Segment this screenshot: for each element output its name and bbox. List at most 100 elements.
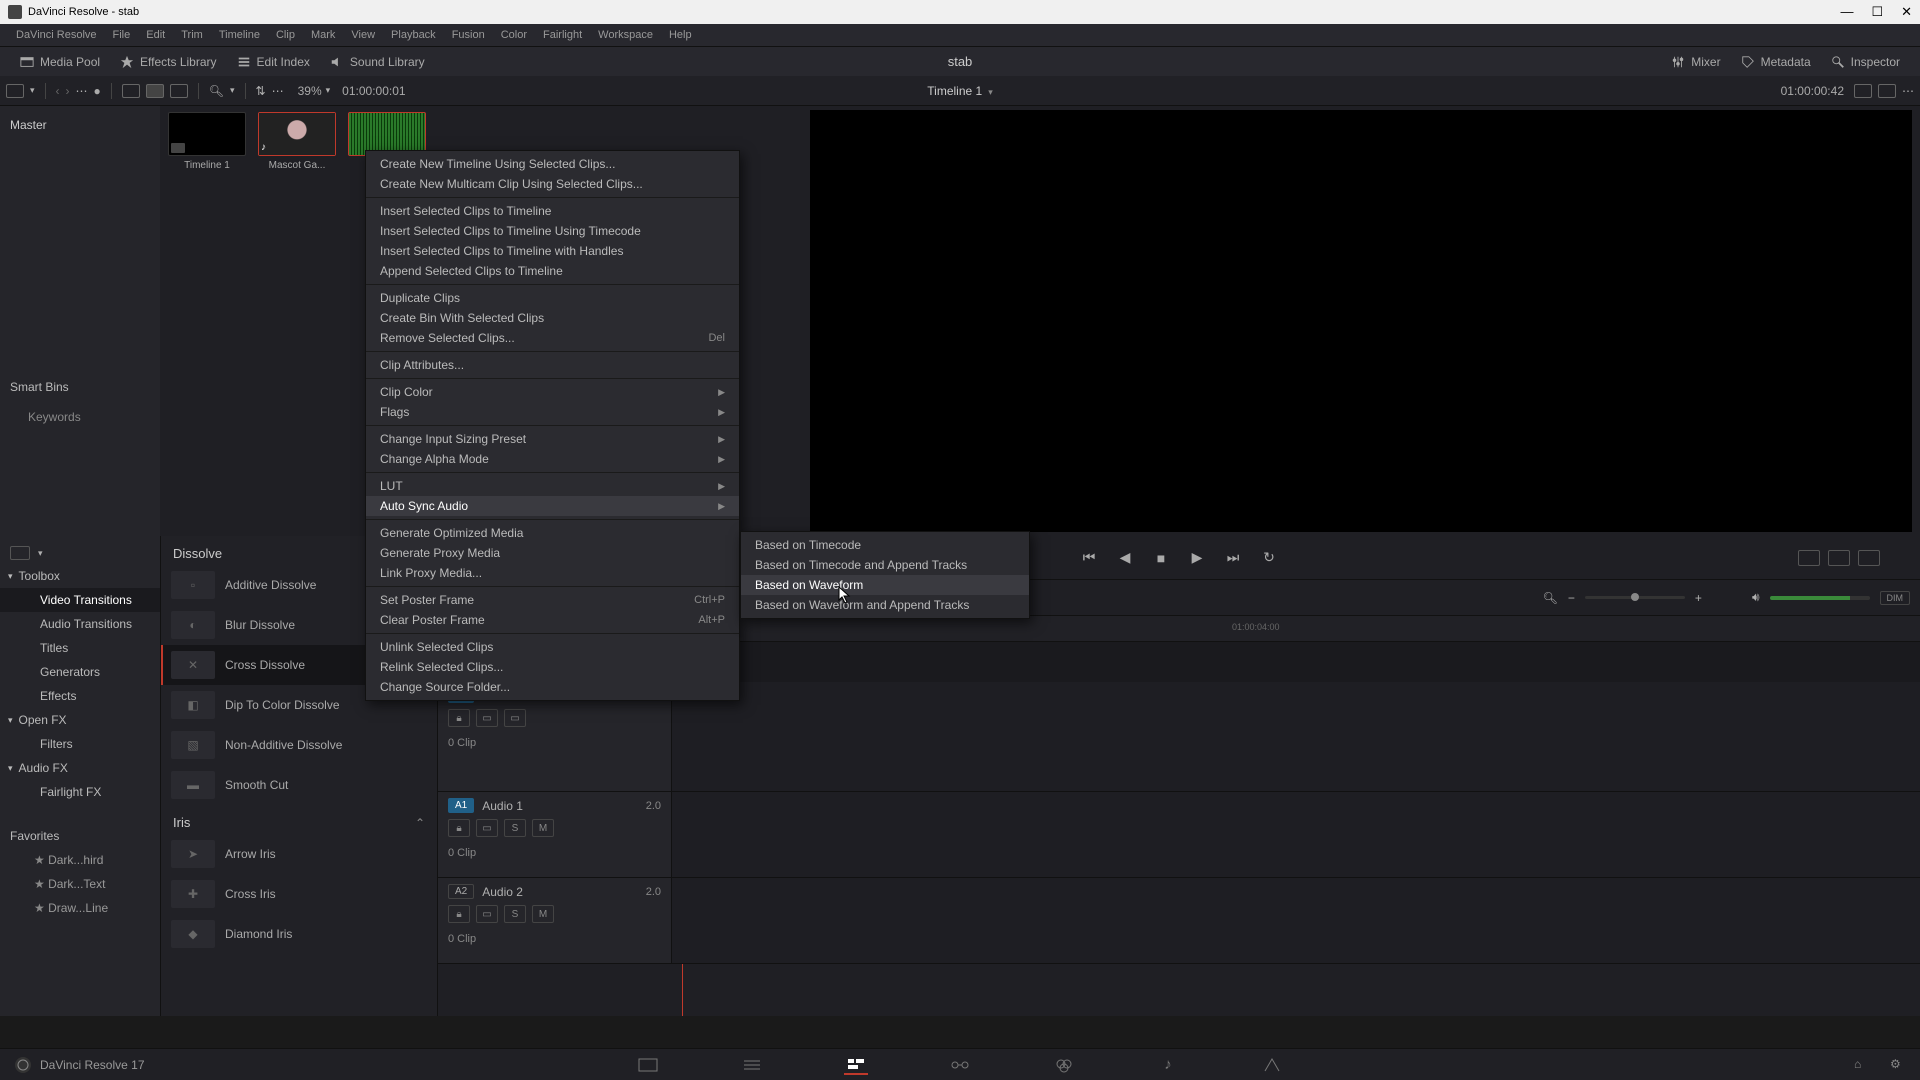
transition-item[interactable]: ➤Arrow Iris — [161, 834, 437, 874]
audio-lane-1[interactable] — [672, 792, 1920, 878]
menu-item[interactable]: Append Selected Clips to Timeline — [366, 261, 739, 281]
dim-toggle[interactable]: DIM — [1880, 591, 1911, 605]
submenu-item[interactable]: Based on Waveform — [741, 575, 1029, 595]
master-bin[interactable]: Master — [10, 118, 150, 132]
menu-help[interactable]: Help — [661, 29, 700, 41]
auto-select-icon[interactable]: ▭ — [476, 905, 498, 923]
search-icon[interactable]: 🔍︎ — [209, 84, 224, 98]
auto-select-icon[interactable]: ▭ — [476, 709, 498, 727]
audio-track-2-header[interactable]: A2 Audio 2 2.0 🔒︎ ▭ S M 0 Clip — [438, 878, 671, 964]
fairlightfx-item[interactable]: Fairlight FX — [0, 780, 160, 804]
menu-mark[interactable]: Mark — [303, 29, 343, 41]
zoom-search-icon[interactable]: 🔍︎ — [1543, 591, 1558, 605]
menu-workspace[interactable]: Workspace — [590, 29, 661, 41]
cut-page-button[interactable] — [740, 1055, 764, 1075]
lock-icon[interactable]: 🔒︎ — [448, 905, 470, 923]
effects-item[interactable]: Effects — [0, 684, 160, 708]
video-transitions-item[interactable]: Video Transitions — [0, 588, 160, 612]
sound-library-toggle[interactable]: Sound Library — [320, 55, 435, 69]
menu-view[interactable]: View — [343, 29, 383, 41]
menu-edit[interactable]: Edit — [138, 29, 173, 41]
visible-icon[interactable]: ▭ — [504, 709, 526, 727]
sort-icon[interactable]: ⇅ — [256, 84, 266, 98]
first-frame-button[interactable]: ⏮ — [1080, 549, 1098, 567]
collapse-icon[interactable]: ⌃ — [415, 816, 425, 830]
favorite-3[interactable]: ★ Draw...Line — [0, 896, 160, 920]
clip-thumb-video[interactable]: ♪ Mascot Ga... — [258, 112, 336, 171]
lock-icon[interactable]: 🔒︎ — [448, 709, 470, 727]
mixer-toggle[interactable]: Mixer — [1661, 55, 1730, 69]
fx-dropdown-icon[interactable] — [10, 546, 30, 560]
submenu-item[interactable]: Based on Timecode and Append Tracks — [741, 555, 1029, 575]
deliver-page-button[interactable] — [1260, 1055, 1284, 1075]
inspector-toggle[interactable]: Inspector — [1821, 55, 1910, 69]
view-mode-2-icon[interactable] — [146, 84, 164, 98]
menu-item[interactable]: Change Source Folder... — [366, 677, 739, 697]
transition-item[interactable]: ▬Smooth Cut — [161, 765, 437, 805]
in-out-icon[interactable] — [1828, 550, 1850, 566]
play-button[interactable]: ▶ — [1188, 549, 1206, 567]
match-frame-icon[interactable] — [1798, 550, 1820, 566]
edit-page-button[interactable] — [844, 1055, 868, 1075]
audio-lane-2[interactable] — [672, 878, 1920, 964]
toolbox-section[interactable]: ▾Toolbox — [0, 564, 160, 588]
transition-item[interactable]: ◆Diamond Iris — [161, 914, 437, 954]
zoom-in-button[interactable]: + — [1695, 591, 1702, 605]
transition-item[interactable]: ▧Non-Additive Dissolve — [161, 725, 437, 765]
volume-icon[interactable]: 🔊︎ — [1752, 590, 1760, 605]
menu-item[interactable]: Auto Sync Audio▶ — [366, 496, 739, 516]
menu-item[interactable]: Insert Selected Clips to Timeline with H… — [366, 241, 739, 261]
lock-icon[interactable]: 🔒︎ — [448, 819, 470, 837]
view-mode-1-icon[interactable] — [122, 84, 140, 98]
generators-item[interactable]: Generators — [0, 660, 160, 684]
menu-item[interactable]: Flags▶ — [366, 402, 739, 422]
home-icon[interactable]: ⌂ — [1854, 1057, 1870, 1073]
bin-view-dropdown[interactable]: ▾ — [30, 85, 35, 96]
menu-item[interactable]: Clip Color▶ — [366, 382, 739, 402]
transition-item[interactable]: ✚Cross Iris — [161, 874, 437, 914]
settings-icon[interactable]: ⚙ — [1890, 1057, 1906, 1073]
fairlight-page-button[interactable]: ♪ — [1156, 1055, 1180, 1075]
timeline-ruler[interactable]: 01:00:04:00 — [672, 616, 1920, 642]
zoom-out-button[interactable]: − — [1568, 591, 1575, 605]
track-lanes[interactable] — [672, 642, 1920, 964]
solo-button[interactable]: S — [504, 819, 526, 837]
mute-button[interactable]: M — [532, 819, 554, 837]
audio-track-1-header[interactable]: A1 Audio 1 2.0 🔒︎ ▭ S M 0 Clip — [438, 792, 671, 878]
menu-trim[interactable]: Trim — [173, 29, 211, 41]
menu-item[interactable]: Create New Multicam Clip Using Selected … — [366, 174, 739, 194]
video-lane[interactable] — [672, 682, 1920, 792]
submenu-item[interactable]: Based on Waveform and Append Tracks — [741, 595, 1029, 615]
openfx-section[interactable]: ▾Open FX — [0, 708, 160, 732]
menu-item[interactable]: Remove Selected Clips...Del — [366, 328, 739, 348]
mute-button[interactable]: M — [532, 905, 554, 923]
menu-color[interactable]: Color — [493, 29, 535, 41]
menu-item[interactable]: Unlink Selected Clips — [366, 637, 739, 657]
fx-dropdown-caret[interactable]: ▾ — [38, 548, 43, 559]
record-icon[interactable]: ● — [94, 84, 101, 98]
menu-item[interactable]: Create Bin With Selected Clips — [366, 308, 739, 328]
options-icon[interactable]: ⋯ — [272, 84, 284, 98]
menu-clip[interactable]: Clip — [268, 29, 303, 41]
menu-davinci[interactable]: DaVinci Resolve — [8, 29, 105, 41]
more-icon[interactable]: ⋯ — [76, 84, 88, 98]
menu-item[interactable]: Change Alpha Mode▶ — [366, 449, 739, 469]
menu-item[interactable]: Generate Optimized Media — [366, 523, 739, 543]
menu-item[interactable]: Relink Selected Clips... — [366, 657, 739, 677]
menu-item[interactable]: Duplicate Clips — [366, 288, 739, 308]
menu-item[interactable]: Clear Poster FrameAlt+P — [366, 610, 739, 630]
zoom-percent[interactable]: 39% — [298, 84, 322, 98]
bin-view-icon[interactable] — [6, 84, 24, 98]
menu-item[interactable]: Insert Selected Clips to Timeline Using … — [366, 221, 739, 241]
filters-item[interactable]: Filters — [0, 732, 160, 756]
fusion-page-button[interactable] — [948, 1055, 972, 1075]
edit-index-toggle[interactable]: Edit Index — [227, 55, 320, 69]
auto-select-icon[interactable]: ▭ — [476, 819, 498, 837]
menu-fairlight[interactable]: Fairlight — [535, 29, 590, 41]
minimize-button[interactable]: — — [1840, 4, 1853, 20]
menu-item[interactable]: Clip Attributes... — [366, 355, 739, 375]
maximize-button[interactable]: ☐ — [1871, 4, 1883, 20]
in-out-icon-2[interactable] — [1858, 550, 1880, 566]
menu-item[interactable]: Change Input Sizing Preset▶ — [366, 429, 739, 449]
stop-button[interactable]: ■ — [1152, 549, 1170, 567]
